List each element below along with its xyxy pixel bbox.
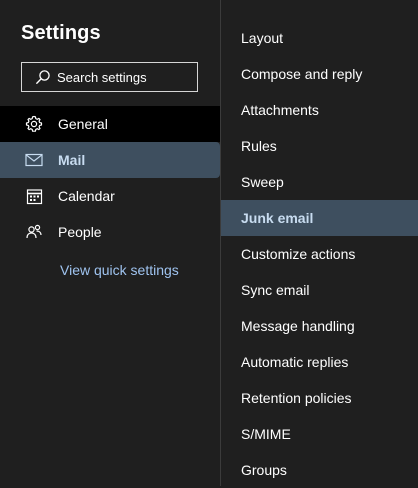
submenu-item-s-mime[interactable]: S/MIME — [221, 416, 418, 452]
search-placeholder: Search settings — [57, 69, 147, 85]
submenu-item-customize-actions[interactable]: Customize actions — [221, 236, 418, 272]
submenu-item-retention-policies[interactable]: Retention policies — [221, 380, 418, 416]
nav-item-label: Calendar — [58, 188, 115, 204]
calendar-icon — [24, 186, 44, 206]
nav-item-label: Mail — [58, 152, 86, 168]
submenu-item-sweep[interactable]: Sweep — [221, 164, 418, 200]
submenu-item-rules[interactable]: Rules — [221, 128, 418, 164]
submenu-item-automatic-replies[interactable]: Automatic replies — [221, 344, 418, 380]
people-icon — [24, 222, 44, 242]
nav-item-general[interactable]: General — [0, 106, 220, 142]
nav-item-calendar[interactable]: Calendar — [0, 178, 220, 214]
nav-item-label: People — [58, 224, 102, 240]
page-title: Settings — [21, 22, 101, 44]
settings-category-pane: Settings Search settings General Mail Ca… — [0, 0, 220, 486]
search-input[interactable]: Search settings — [21, 62, 198, 92]
view-quick-settings-link[interactable]: View quick settings — [60, 262, 179, 278]
settings-dialog: Settings Search settings General Mail Ca… — [0, 0, 418, 486]
submenu-item-compose-and-reply[interactable]: Compose and reply — [221, 56, 418, 92]
submenu-item-layout[interactable]: Layout — [221, 20, 418, 56]
nav-item-label: General — [58, 116, 108, 132]
submenu-item-junk-email[interactable]: Junk email — [221, 200, 418, 236]
nav-item-mail[interactable]: Mail — [0, 142, 220, 178]
mail-icon — [24, 150, 44, 170]
gear-icon — [24, 114, 44, 134]
submenu-item-attachments[interactable]: Attachments — [221, 92, 418, 128]
nav-item-people[interactable]: People — [0, 214, 220, 250]
search-icon — [35, 69, 51, 85]
mail-settings-submenu: Layout Compose and reply Attachments Rul… — [221, 0, 418, 486]
submenu-item-message-handling[interactable]: Message handling — [221, 308, 418, 344]
submenu-item-sync-email[interactable]: Sync email — [221, 272, 418, 308]
submenu-item-groups[interactable]: Groups — [221, 452, 418, 488]
